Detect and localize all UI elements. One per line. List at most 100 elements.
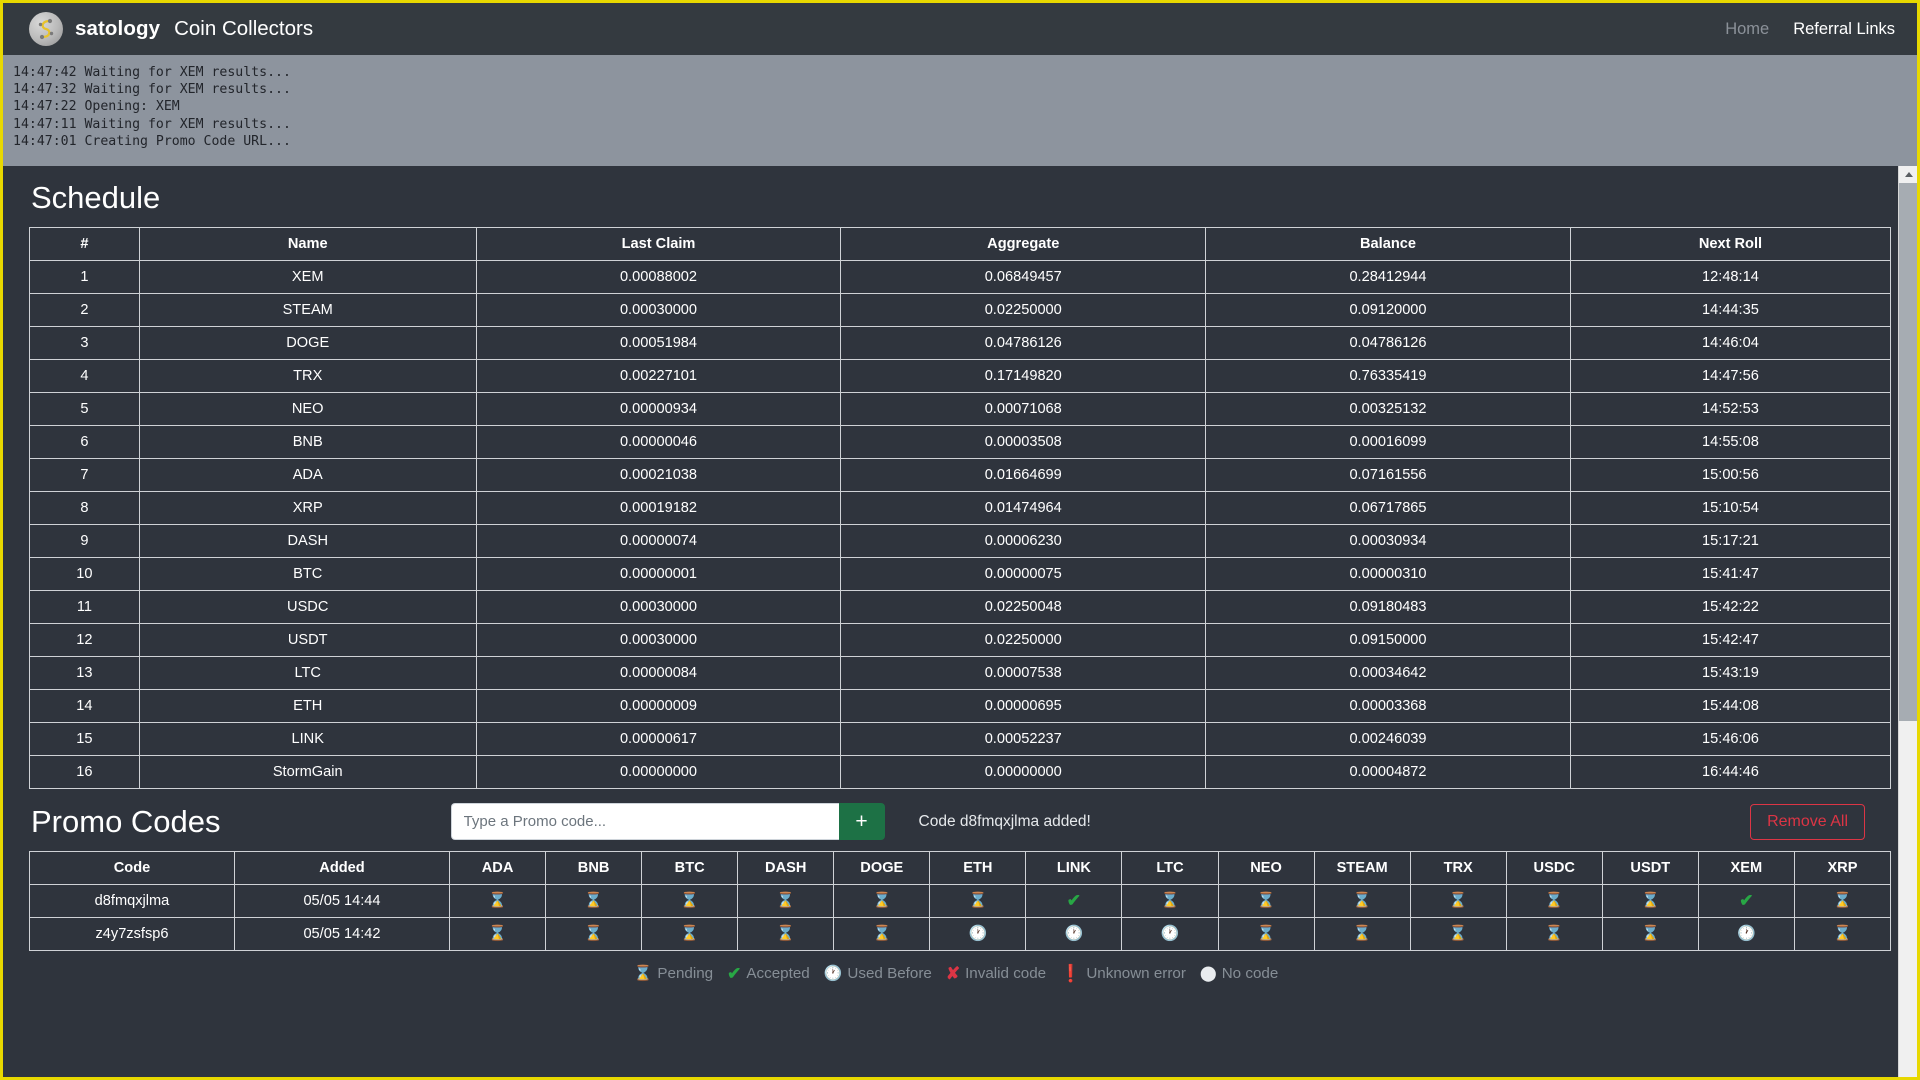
vertical-scrollbar[interactable] <box>1898 166 1917 1077</box>
balance-value: 0.00246039 <box>1205 722 1571 757</box>
brand[interactable]: satology Coin Collectors <box>29 12 313 46</box>
col-header-name[interactable]: Name <box>138 227 477 262</box>
nav-link-home[interactable]: Home <box>1725 20 1769 39</box>
col-header-trx[interactable]: TRX <box>1409 851 1507 886</box>
nav-link-referral-links[interactable]: Referral Links <box>1793 20 1895 39</box>
promo-status-cell: ⌛ <box>1121 884 1219 919</box>
table-row[interactable]: 15 LINK 0.00000617 0.00052237 0.00246039 15:4… <box>29 722 1892 757</box>
col-header-neo[interactable]: NEO <box>1217 851 1315 886</box>
last-claim-value: 0.00051984 <box>475 326 842 361</box>
col-header-last-claim[interactable]: Last Claim <box>475 227 842 262</box>
pending-icon: ⌛ <box>1833 925 1852 943</box>
col-header-dash[interactable]: DASH <box>737 851 835 886</box>
table-row[interactable]: z4y7zsfsp6 05/05 14:42 ⌛ ⌛ ⌛ ⌛ ⌛ 🕐 🕐 🕐 ⌛ ⌛ ⌛ ⌛ ⌛ 🕐 ⌛ <box>29 917 1892 952</box>
promo-status-cell: ⌛ <box>1505 917 1603 952</box>
table-row[interactable]: 3 DOGE 0.00051984 0.04786126 0.04786126 14:46… <box>29 326 1892 361</box>
schedule-table-body: 1 XEM 0.00088002 0.06849457 0.28412944 12:48:… <box>29 260 1892 790</box>
used-icon: 🕐 <box>1160 925 1180 943</box>
col-header-next-roll[interactable]: Next Roll <box>1569 227 1892 262</box>
legend-label: Unknown error <box>1086 965 1186 983</box>
promo-codes-table: Code Added ADA BNB BTC DASH DOGE ETH LINK LTC NEO S… <box>29 851 1892 952</box>
next-roll-value: 15:00:56 <box>1569 458 1892 493</box>
coin-name: ETH <box>138 689 477 724</box>
circle-icon: ⬤ <box>1199 965 1217 983</box>
col-header-usdc[interactable]: USDC <box>1505 851 1603 886</box>
scroll-up-arrow-icon[interactable] <box>1899 166 1917 183</box>
table-row[interactable]: 16 StormGain 0.00000000 0.00000000 0.0000487… <box>29 755 1892 790</box>
promo-codes-title: Promo Codes <box>31 803 221 839</box>
table-row[interactable]: 10 BTC 0.00000001 0.00000075 0.00000310 15:41… <box>29 557 1892 592</box>
promo-status-cell: ✔ <box>1697 884 1795 919</box>
col-header-steam[interactable]: STEAM <box>1313 851 1411 886</box>
col-header-doge[interactable]: DOGE <box>833 851 931 886</box>
col-header-link[interactable]: LINK <box>1025 851 1123 886</box>
col-header-xem[interactable]: XEM <box>1697 851 1795 886</box>
table-row[interactable]: 11 USDC 0.00030000 0.02250048 0.09180483 15:4… <box>29 590 1892 625</box>
table-row[interactable]: 2 STEAM 0.00030000 0.02250000 0.09120000 14:4… <box>29 293 1892 328</box>
table-row[interactable]: 6 BNB 0.00000046 0.00003508 0.00016099 14:55:… <box>29 425 1892 460</box>
plus-icon: + <box>855 810 868 834</box>
main-content: Schedule # Name Last Claim Aggregate Bal… <box>3 166 1917 1077</box>
row-number: 12 <box>29 623 140 658</box>
log-line: 14:47:01 Creating Promo Code URL... <box>13 133 291 149</box>
row-number: 16 <box>29 755 140 790</box>
aggregate-value: 0.00003508 <box>840 425 1207 460</box>
next-roll-value: 15:41:47 <box>1569 557 1892 592</box>
col-header-balance[interactable]: Balance <box>1205 227 1571 262</box>
pending-icon: ⌛ <box>584 892 603 910</box>
balance-value: 0.07161556 <box>1205 458 1571 493</box>
balance-value: 0.09120000 <box>1205 293 1571 328</box>
next-roll-value: 16:44:46 <box>1569 755 1892 790</box>
promo-code-input[interactable] <box>450 803 839 841</box>
col-header-bnb[interactable]: BNB <box>545 851 643 886</box>
col-header-eth[interactable]: ETH <box>929 851 1027 886</box>
console-log-panel[interactable]: 14:47:42 Waiting for XEM results... 14:4… <box>3 55 1917 166</box>
table-row[interactable]: 14 ETH 0.00000009 0.00000695 0.00003368 15:44… <box>29 689 1892 724</box>
promo-code-value: d8fmqxjlma <box>29 884 235 919</box>
table-row[interactable]: 8 XRP 0.00019182 0.01474964 0.06717865 15:10:… <box>29 491 1892 526</box>
table-row[interactable]: 9 DASH 0.00000074 0.00006230 0.00030934 15:17… <box>29 524 1892 559</box>
next-roll-value: 15:42:22 <box>1569 590 1892 625</box>
promo-status-cell: ⌛ <box>1601 917 1699 952</box>
col-header-ada[interactable]: ADA <box>449 851 547 886</box>
table-row[interactable]: 5 NEO 0.00000934 0.00071068 0.00325132 14:52:… <box>29 392 1892 427</box>
col-header-xrp[interactable]: XRP <box>1793 851 1892 886</box>
nav-links: Home Referral Links <box>1725 20 1895 39</box>
row-number: 6 <box>29 425 140 460</box>
aggregate-value: 0.01474964 <box>840 491 1207 526</box>
brand-subtitle: Coin Collectors <box>174 17 314 40</box>
table-row[interactable]: d8fmqxjlma 05/05 14:44 ⌛ ⌛ ⌛ ⌛ ⌛ ⌛ ✔ ⌛ ⌛ ⌛ ⌛ ⌛ ⌛ ✔ ⌛ <box>29 884 1892 919</box>
col-header-code[interactable]: Code <box>29 851 235 886</box>
table-row[interactable]: 4 TRX 0.00227101 0.17149820 0.76335419 14:47:… <box>29 359 1892 394</box>
col-header-btc[interactable]: BTC <box>641 851 739 886</box>
col-header-added[interactable]: Added <box>233 851 451 886</box>
remove-all-button[interactable]: Remove All <box>1750 803 1865 840</box>
coin-name: ADA <box>138 458 477 493</box>
table-row[interactable]: 7 ADA 0.00021038 0.01664699 0.07161556 15:00:… <box>29 458 1892 493</box>
pending-icon: ⌛ <box>968 892 988 910</box>
promo-status-cell: ⌛ <box>737 917 835 952</box>
balance-value: 0.00003368 <box>1205 689 1571 724</box>
table-row[interactable]: 1 XEM 0.00088002 0.06849457 0.28412944 12:48:… <box>29 260 1892 295</box>
aggregate-value: 0.00000000 <box>840 755 1207 790</box>
pending-icon: ⌛ <box>776 925 796 943</box>
col-header-number[interactable]: # <box>29 227 140 262</box>
add-promo-code-button[interactable]: + <box>838 803 885 841</box>
col-header-ltc[interactable]: LTC <box>1121 851 1219 886</box>
table-row[interactable]: 13 LTC 0.00000084 0.00007538 0.00034642 15:43… <box>29 656 1892 691</box>
balance-value: 0.00325132 <box>1205 392 1571 427</box>
pending-icon: ⌛ <box>680 892 700 910</box>
table-row[interactable]: 12 USDT 0.00030000 0.02250000 0.09150000 15:4… <box>29 623 1892 658</box>
scrollbar-thumb[interactable] <box>1899 183 1917 721</box>
promo-status-cell: ⌛ <box>1409 884 1507 919</box>
application-window: satology Coin Collectors Home Referral L… <box>0 0 1920 1080</box>
balance-value: 0.00004872 <box>1205 755 1571 790</box>
col-header-aggregate[interactable]: Aggregate <box>840 227 1207 262</box>
row-number: 2 <box>29 293 140 328</box>
promo-status-cell: ⌛ <box>1217 917 1315 952</box>
col-header-usdt[interactable]: USDT <box>1601 851 1699 886</box>
pending-icon: ⌛ <box>1448 892 1468 910</box>
aggregate-value: 0.17149820 <box>840 359 1207 394</box>
promo-status-cell: ⌛ <box>1313 917 1411 952</box>
used-icon: 🕐 <box>1064 925 1084 943</box>
